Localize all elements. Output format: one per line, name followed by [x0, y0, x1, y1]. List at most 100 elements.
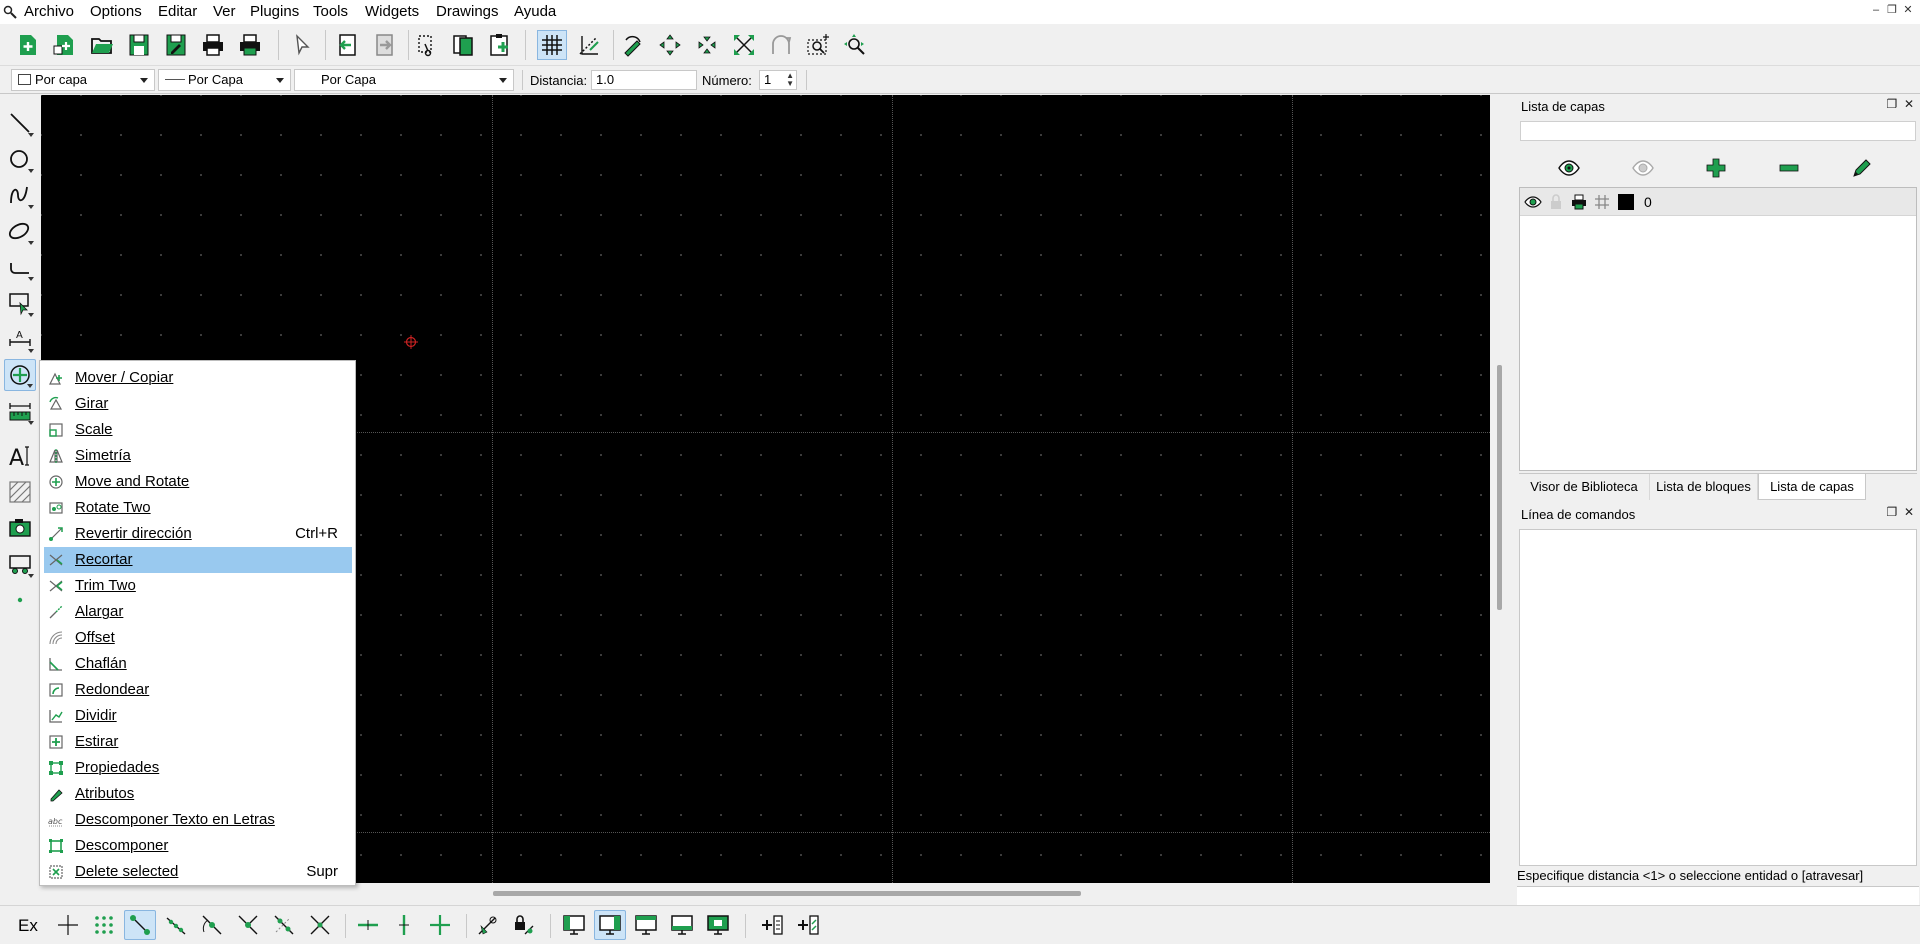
layer-visible-eye-icon[interactable]	[1524, 193, 1542, 211]
menu-item-dividir[interactable]: Dividir	[44, 703, 352, 729]
zoom-pan-button[interactable]	[840, 30, 870, 60]
layer-filter-input[interactable]	[1520, 121, 1916, 141]
snap-endpoint-button[interactable]	[124, 910, 156, 940]
image-tool-button[interactable]	[4, 512, 36, 544]
curve-tool-button[interactable]	[4, 179, 36, 211]
new-template-button[interactable]	[50, 30, 80, 60]
lock-relative-zero-button[interactable]	[508, 910, 540, 940]
menu-editar[interactable]: Editar	[158, 3, 197, 21]
zoom-out-button[interactable]	[692, 30, 722, 60]
menu-ayuda[interactable]: Ayuda	[514, 3, 556, 21]
snap-center-button[interactable]	[196, 910, 228, 940]
menu-item-trim-two[interactable]: Trim Two	[44, 573, 352, 599]
restrict-horizontal-button[interactable]	[352, 910, 384, 940]
menu-widgets[interactable]: Widgets	[365, 3, 419, 21]
add-block-button[interactable]	[756, 910, 788, 940]
menu-item-mover-copiar[interactable]: Mover / Copiar	[44, 365, 352, 391]
menu-plugins[interactable]: Plugins	[250, 3, 299, 21]
save-as-button[interactable]	[161, 30, 191, 60]
view-mode-3-button[interactable]	[630, 910, 662, 940]
close-dock-icon[interactable]: ✕	[1904, 505, 1914, 519]
menu-item-offset[interactable]: Offset	[44, 625, 352, 651]
tab-lista-de-bloques[interactable]: Lista de bloques	[1650, 474, 1758, 500]
select-tool-button[interactable]	[4, 287, 36, 319]
zoom-window-button[interactable]	[803, 30, 833, 60]
dimension-tool-button[interactable]: A	[4, 323, 36, 355]
undo-button[interactable]	[332, 30, 362, 60]
zoom-in-button[interactable]	[655, 30, 685, 60]
menu-item-estirar[interactable]: Estirar	[44, 729, 352, 755]
tab-visor-de-biblioteca[interactable]: Visor de Biblioteca	[1519, 474, 1650, 500]
select-pointer-button[interactable]	[287, 30, 317, 60]
horizontal-scrollbar[interactable]	[41, 885, 1490, 901]
menu-item-alargar[interactable]: Alargar	[44, 599, 352, 625]
view-mode-4-button[interactable]	[666, 910, 698, 940]
layer-construction-icon[interactable]	[1593, 193, 1611, 211]
snap-exclusive-button[interactable]: Ex	[18, 916, 38, 936]
menu-drawings[interactable]: Drawings	[436, 3, 499, 21]
linetype-combo[interactable]: Por Capa	[158, 69, 291, 91]
print-button[interactable]	[198, 30, 228, 60]
minimize-icon[interactable]: –	[1868, 2, 1884, 18]
hatch-tool-button[interactable]	[4, 476, 36, 508]
layer-color-swatch[interactable]	[1618, 194, 1634, 210]
zoom-previous-button[interactable]	[766, 30, 796, 60]
menu-options[interactable]: Options	[90, 3, 142, 21]
color-combo[interactable]: Por capa	[11, 69, 155, 91]
menu-archivo[interactable]: Archivo	[24, 3, 74, 21]
menu-item-simetria[interactable]: Simetría	[44, 443, 352, 469]
set-relative-zero-button[interactable]	[472, 910, 504, 940]
menu-item-delete-selected[interactable]: Delete selected Supr	[44, 859, 352, 885]
command-input[interactable]	[1517, 886, 1919, 905]
new-file-button[interactable]	[13, 30, 43, 60]
scrollbar-thumb[interactable]	[493, 891, 1081, 896]
redo-button[interactable]	[369, 30, 399, 60]
block-tool-button[interactable]	[4, 548, 36, 580]
tab-lista-de-capas[interactable]: Lista de capas	[1758, 474, 1866, 500]
point-tool-button[interactable]	[4, 584, 36, 616]
menu-item-propiedades[interactable]: Propiedades	[44, 755, 352, 781]
menu-ver[interactable]: Ver	[213, 3, 236, 21]
restore-icon[interactable]: ❐	[1884, 2, 1900, 18]
vertical-scrollbar[interactable]	[1492, 95, 1506, 883]
snap-distance-button[interactable]	[268, 910, 300, 940]
scrollbar-thumb[interactable]	[1497, 365, 1502, 610]
text-tool-button[interactable]: A	[4, 440, 36, 472]
line-tool-button[interactable]	[4, 107, 36, 139]
linewidth-combo[interactable]: Por Capa	[294, 69, 514, 91]
layer-row[interactable]: 0	[1520, 188, 1916, 216]
cut-button[interactable]	[411, 30, 441, 60]
snap-intersection-button[interactable]	[304, 910, 336, 940]
ellipse-tool-button[interactable]	[4, 215, 36, 247]
view-mode-1-button[interactable]	[558, 910, 590, 940]
close-icon[interactable]: ✕	[1900, 2, 1916, 18]
float-dock-icon[interactable]: ❐	[1887, 505, 1898, 519]
menu-item-descomponer[interactable]: Descomponer	[44, 833, 352, 859]
copy-button[interactable]	[448, 30, 478, 60]
print-preview-button[interactable]	[235, 30, 265, 60]
polyline-tool-button[interactable]	[4, 251, 36, 283]
menu-item-descomponer-texto[interactable]: abc Descomponer Texto en Letras	[44, 807, 352, 833]
layer-lock-icon[interactable]	[1547, 193, 1565, 211]
hide-all-layers-button[interactable]	[1628, 153, 1658, 183]
measure-tool-button[interactable]	[4, 395, 36, 427]
close-dock-icon[interactable]: ✕	[1904, 97, 1914, 111]
snap-on-entity-button[interactable]	[160, 910, 192, 940]
menu-item-scale[interactable]: Scale	[44, 417, 352, 443]
menu-item-revertir-direccion[interactable]: Revertir dirección Ctrl+R	[44, 521, 352, 547]
add-insert-button[interactable]	[792, 910, 824, 940]
layer-print-icon[interactable]	[1570, 193, 1588, 211]
redraw-button[interactable]	[618, 30, 648, 60]
menu-item-chaflan[interactable]: Chaflán	[44, 651, 352, 677]
menu-tools[interactable]: Tools	[313, 3, 348, 21]
menu-item-rotate-two[interactable]: Rotate Two	[44, 495, 352, 521]
number-spinbox[interactable]: 1 ▲ ▼	[759, 70, 797, 90]
zoom-auto-button[interactable]	[729, 30, 759, 60]
restrict-vertical-button[interactable]	[388, 910, 420, 940]
float-dock-icon[interactable]: ❐	[1887, 97, 1898, 111]
modify-tool-button[interactable]	[4, 359, 36, 391]
add-layer-button[interactable]	[1701, 153, 1731, 183]
distance-input[interactable]: 1.0	[591, 70, 697, 90]
grid-toggle-button[interactable]	[537, 30, 567, 60]
menu-item-atributos[interactable]: Atributos	[44, 781, 352, 807]
